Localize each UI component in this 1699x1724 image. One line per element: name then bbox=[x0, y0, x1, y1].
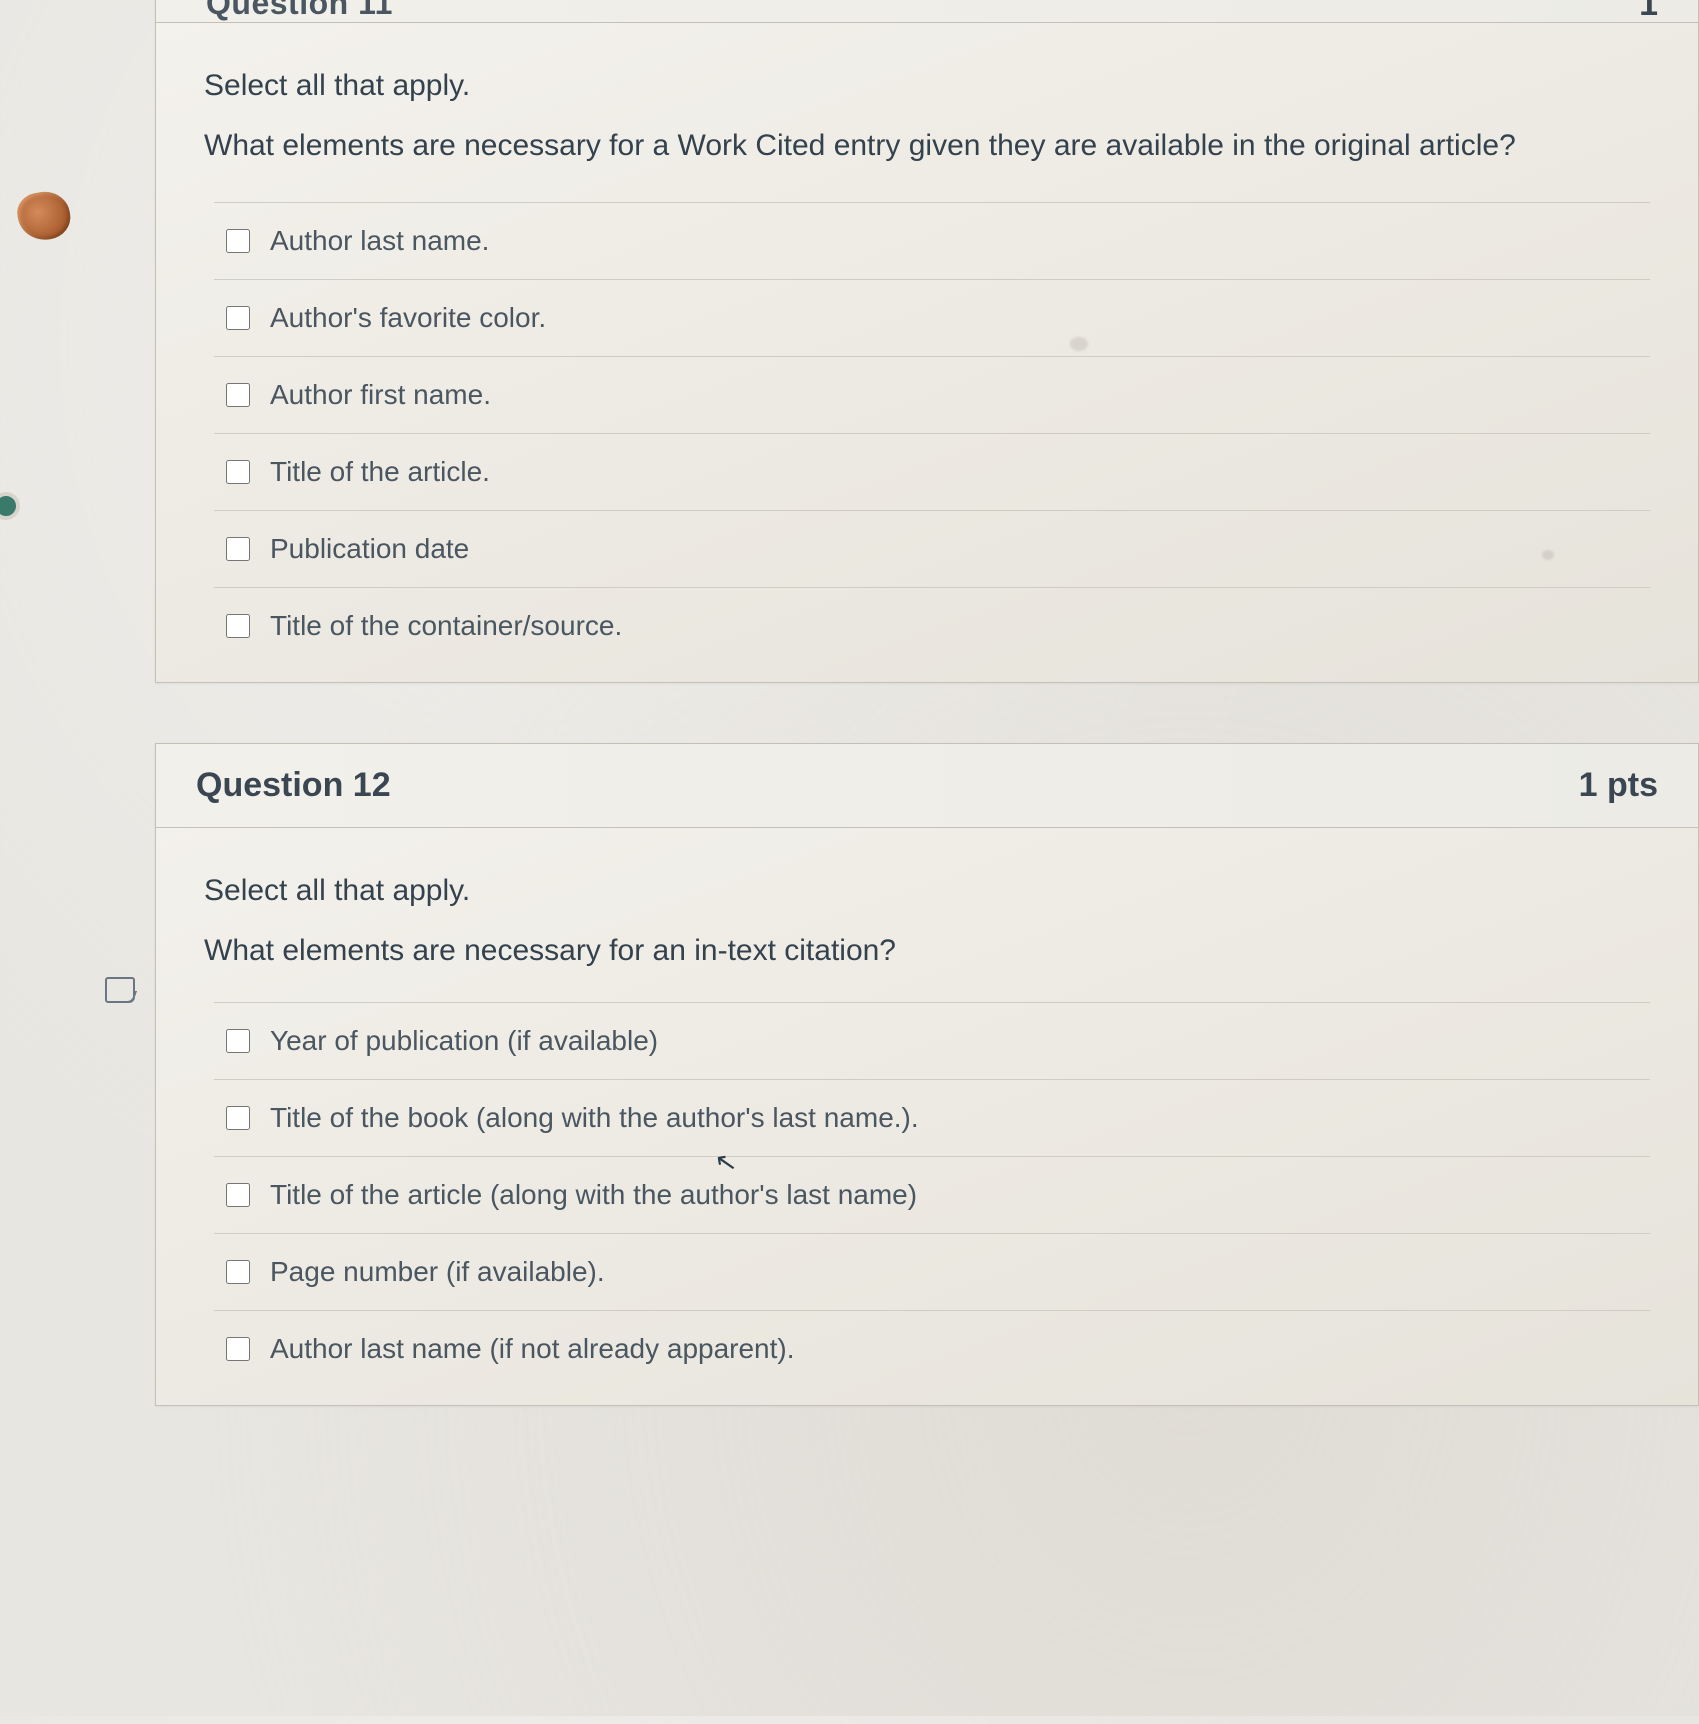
option-label: Title of the article. bbox=[270, 456, 490, 488]
question-title: Question 11 bbox=[206, 0, 393, 22]
option-label: Title of the article (along with the aut… bbox=[270, 1179, 917, 1211]
option-row[interactable]: Title of the book (along with the author… bbox=[214, 1079, 1650, 1156]
option-label: Author last name (if not already apparen… bbox=[270, 1333, 795, 1365]
question-card-12: Question 12 1 pts Select all that apply.… bbox=[155, 743, 1699, 1406]
options-list: Author last name. Author's favorite colo… bbox=[214, 202, 1650, 672]
option-row[interactable]: Title of the article. bbox=[214, 433, 1650, 510]
option-checkbox[interactable] bbox=[226, 1337, 250, 1361]
prompt-question: What elements are necessary for a Work C… bbox=[204, 125, 1650, 167]
option-checkbox[interactable] bbox=[226, 306, 250, 330]
options-list: Year of publication (if available) Title… bbox=[214, 1002, 1650, 1395]
option-row[interactable]: Author first name. bbox=[214, 356, 1650, 433]
question-body: Select all that apply. What elements are… bbox=[156, 828, 1698, 1405]
option-label: Title of the book (along with the author… bbox=[270, 1102, 919, 1134]
option-checkbox[interactable] bbox=[226, 229, 250, 253]
prompt-instruction: Select all that apply. bbox=[204, 870, 1650, 912]
question-points: 1 bbox=[1639, 0, 1658, 23]
question-header: Question 12 1 pts bbox=[156, 744, 1698, 828]
question-card-11: Question 11 1 Select all that apply. Wha… bbox=[155, 0, 1699, 683]
smudge bbox=[1542, 550, 1554, 560]
smudge bbox=[1070, 337, 1088, 351]
question-title: Question 12 bbox=[196, 766, 391, 805]
option-row[interactable]: Page number (if available). bbox=[214, 1233, 1650, 1310]
prompt-question: What elements are necessary for an in-te… bbox=[204, 930, 1650, 972]
option-checkbox[interactable] bbox=[226, 460, 250, 484]
option-label: Author last name. bbox=[270, 225, 489, 257]
option-row[interactable]: Title of the article (along with the aut… bbox=[214, 1156, 1650, 1233]
option-label: Title of the container/source. bbox=[270, 610, 622, 642]
option-row[interactable]: Author last name. bbox=[214, 202, 1650, 279]
question-body: Select all that apply. What elements are… bbox=[156, 23, 1698, 682]
option-checkbox[interactable] bbox=[226, 383, 250, 407]
option-label: Page number (if available). bbox=[270, 1256, 605, 1288]
option-checkbox[interactable] bbox=[226, 1183, 250, 1207]
question-nav-icon[interactable] bbox=[105, 977, 135, 1003]
option-label: Author's favorite color. bbox=[270, 302, 546, 334]
option-label: Publication date bbox=[270, 533, 469, 565]
option-row[interactable]: Author last name (if not already apparen… bbox=[214, 1310, 1650, 1395]
option-checkbox[interactable] bbox=[226, 537, 250, 561]
option-checkbox[interactable] bbox=[226, 1106, 250, 1130]
question-header: Question 11 1 bbox=[156, 0, 1698, 23]
prompt-instruction: Select all that apply. bbox=[204, 65, 1650, 107]
option-row[interactable]: Title of the container/source. bbox=[214, 587, 1650, 672]
option-label: Year of publication (if available) bbox=[270, 1025, 658, 1057]
question-points: 1 pts bbox=[1579, 766, 1658, 805]
option-label: Author first name. bbox=[270, 379, 491, 411]
option-row[interactable]: Author's favorite color. bbox=[214, 279, 1650, 356]
option-row[interactable]: Year of publication (if available) bbox=[214, 1002, 1650, 1079]
option-checkbox[interactable] bbox=[226, 1029, 250, 1053]
option-checkbox[interactable] bbox=[226, 1260, 250, 1284]
option-checkbox[interactable] bbox=[226, 614, 250, 638]
option-row[interactable]: Publication date bbox=[214, 510, 1650, 587]
